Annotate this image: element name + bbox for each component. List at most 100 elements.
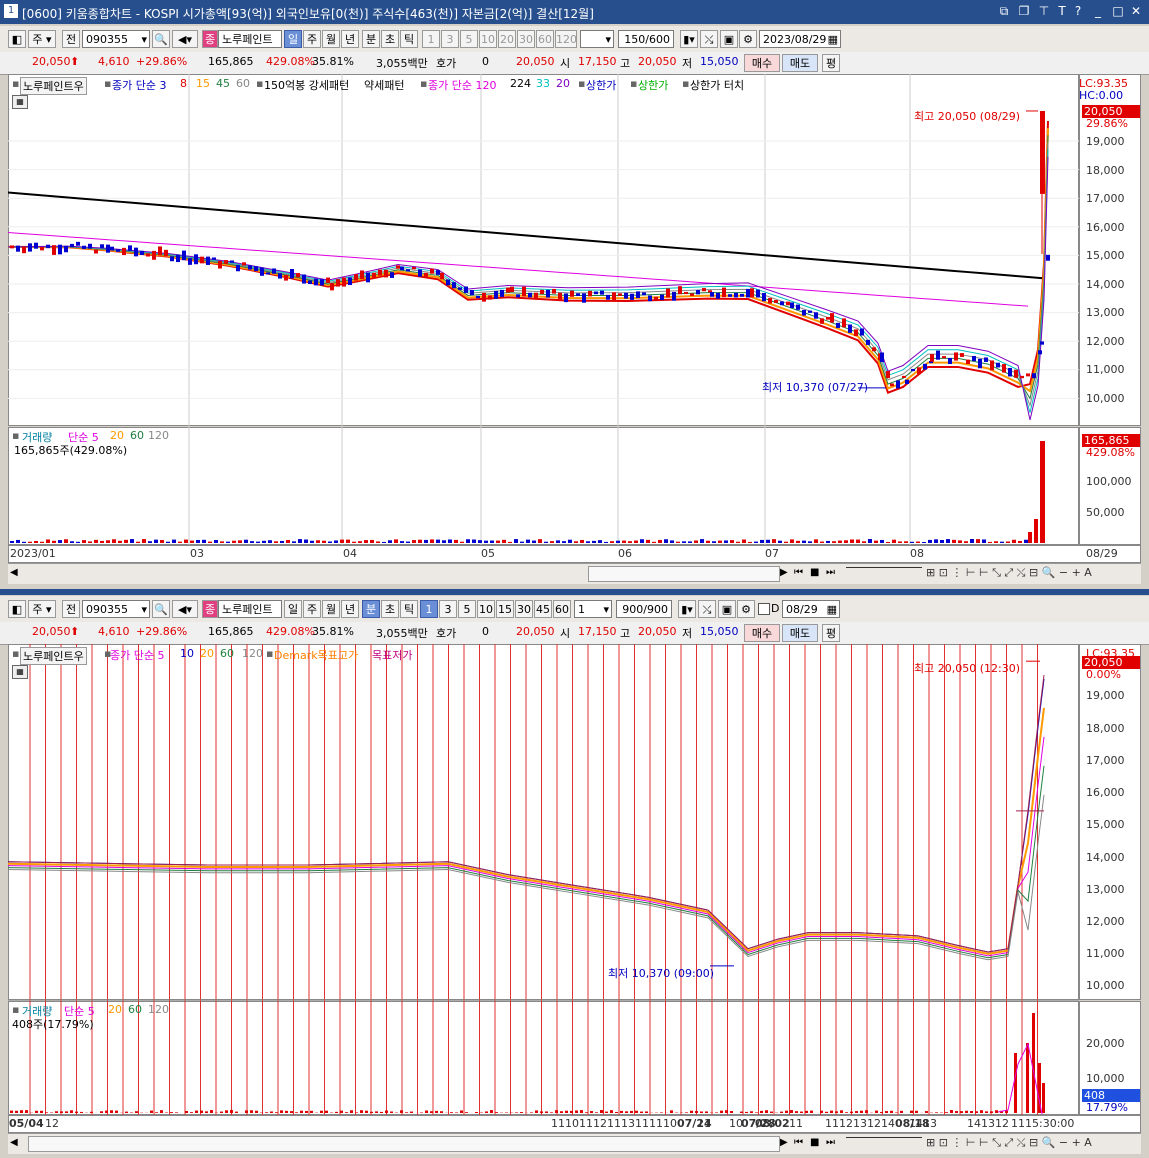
min-5[interactable]: 5 <box>460 30 478 48</box>
d-checkbox[interactable] <box>758 603 770 615</box>
zoom-slider[interactable] <box>846 1137 922 1138</box>
min-1[interactable]: 1 <box>420 600 438 618</box>
period-tick[interactable]: 틱 <box>400 600 418 618</box>
first-icon[interactable]: ⏮ <box>794 1137 803 1148</box>
compare-icon[interactable]: ⤯ <box>698 600 716 618</box>
code-input[interactable]: 090355 ▾ <box>82 30 150 48</box>
scroll-thumb[interactable] <box>588 566 780 582</box>
vol-legend-60: 60 <box>128 1003 142 1016</box>
close-icon[interactable]: ✕ <box>1128 4 1144 19</box>
restore-icon[interactable]: ❐ <box>1016 4 1032 19</box>
buy-button[interactable]: 매수 <box>744 54 780 72</box>
date-input[interactable]: 2023/08/29 ▦ <box>759 30 841 48</box>
gear-icon[interactable]: ⚙ <box>737 600 755 618</box>
period-minute[interactable]: 분 <box>362 30 380 48</box>
tool-icons[interactable]: ⊞ ⊡ ⋮ ⊢ ⊢ ⤡ ⤢ ⤯ ⊟ 🔍 − + A <box>926 566 1092 580</box>
buy-button[interactable]: 매수 <box>744 624 780 642</box>
font-icon[interactable]: T <box>1054 4 1070 19</box>
stop-icon[interactable]: ■ <box>810 1137 819 1148</box>
help-icon[interactable]: ? <box>1070 4 1086 19</box>
min-10[interactable]: 10 <box>479 30 497 48</box>
save-icon[interactable]: ▣ <box>720 30 738 48</box>
cur-price: 20,050 <box>516 625 555 638</box>
layout-icon[interactable]: ◧ <box>8 30 26 48</box>
avg-button[interactable]: 평 <box>822 624 840 642</box>
code-input[interactable]: 090355 ▾ <box>82 600 150 618</box>
bottom-scrollbar[interactable]: ◀ ▶ ⏮ ■ ⏭ ⊞ ⊡ ⋮ ⊢ ⊢ ⤡ ⤢ ⤯ ⊟ 🔍 − + A <box>8 1133 1141 1154</box>
min-5[interactable]: 5 <box>458 600 476 618</box>
count-input[interactable]: 150/600 <box>618 30 674 48</box>
search-icon[interactable]: 🔍 <box>152 30 170 48</box>
date-input[interactable]: 08/29 ▦ <box>782 600 840 618</box>
interval-select[interactable]: 1 ▾ <box>574 600 612 618</box>
sell-button[interactable]: 매도 <box>782 624 818 642</box>
scroll-thumb[interactable] <box>28 1136 780 1152</box>
last-icon[interactable]: ⏭ <box>826 1137 835 1148</box>
min-30[interactable]: 30 <box>517 30 535 48</box>
speaker-icon[interactable]: ◀▾ <box>172 30 198 48</box>
prev-button[interactable]: 전 <box>62 600 80 618</box>
min-1[interactable]: 1 <box>422 30 440 48</box>
count-input[interactable]: 900/900 <box>616 600 672 618</box>
period-month[interactable]: 월 <box>322 600 340 618</box>
min-120[interactable]: 120 <box>555 30 577 48</box>
period-year[interactable]: 년 <box>341 600 359 618</box>
period-day[interactable]: 일 <box>284 30 302 48</box>
min-20[interactable]: 20 <box>498 30 516 48</box>
min-15[interactable]: 15 <box>496 600 514 618</box>
period-tick[interactable]: 틱 <box>400 30 418 48</box>
scroll-left-icon[interactable]: ◀ <box>10 567 18 578</box>
candle-icon[interactable]: ▮▾ <box>680 30 698 48</box>
table-icon[interactable]: ▦ <box>12 95 28 109</box>
candle-icon[interactable]: ▮▾ <box>678 600 696 618</box>
period-second[interactable]: 초 <box>381 30 399 48</box>
min-45[interactable]: 45 <box>534 600 552 618</box>
compare-icon[interactable]: ⤯ <box>700 30 718 48</box>
min-3[interactable]: 3 <box>441 30 459 48</box>
type-select[interactable]: 주 ▾ <box>28 30 56 48</box>
first-icon[interactable]: ⏮ <box>794 567 803 578</box>
scroll-right-icon[interactable]: ▶ <box>780 1137 788 1148</box>
zoom-slider[interactable] <box>846 567 922 568</box>
tool-icons[interactable]: ⊞ ⊡ ⋮ ⊢ ⊢ ⤡ ⤢ ⤯ ⊟ 🔍 − + A <box>926 1136 1092 1150</box>
speaker-icon[interactable]: ◀▾ <box>172 600 198 618</box>
period-week[interactable]: 주 <box>303 30 321 48</box>
min-60[interactable]: 60 <box>536 30 554 48</box>
layout-icon[interactable]: ◧ <box>8 600 26 618</box>
candle <box>1038 350 1042 355</box>
minimize-icon[interactable]: _ <box>1090 4 1106 19</box>
period-second[interactable]: 초 <box>381 600 399 618</box>
period-week[interactable]: 주 <box>303 600 321 618</box>
prev-button[interactable]: 전 <box>62 30 80 48</box>
legend-stock-name[interactable]: 노루페인트우 <box>20 647 87 665</box>
gear-icon[interactable]: ⚙ <box>739 30 757 48</box>
sell-button[interactable]: 매도 <box>782 54 818 72</box>
legend-stock-name[interactable]: 노루페인트우 <box>20 77 87 95</box>
candle <box>218 260 222 269</box>
link-icon[interactable]: ⧉ <box>996 4 1012 19</box>
period-year[interactable]: 년 <box>341 30 359 48</box>
interval-select[interactable]: ▾ <box>580 30 614 48</box>
min-30[interactable]: 30 <box>515 600 533 618</box>
pin-icon[interactable]: ⊤ <box>1036 4 1052 19</box>
avg-button[interactable]: 평 <box>822 54 840 72</box>
scroll-right-icon[interactable]: ▶ <box>780 567 788 578</box>
maximize-icon[interactable]: □ <box>1110 4 1126 19</box>
save-icon[interactable]: ▣ <box>718 600 736 618</box>
top-scrollbar[interactable]: ◀ ▶ ⏮ ■ ⏭ ⊞ ⊡ ⋮ ⊢ ⊢ ⤡ ⤢ ⤯ ⊟ 🔍 − + A <box>8 563 1141 584</box>
scroll-left-icon[interactable]: ◀ <box>10 1137 18 1148</box>
period-month[interactable]: 월 <box>322 30 340 48</box>
splitter[interactable] <box>0 589 1149 595</box>
period-minute[interactable]: 분 <box>362 600 380 618</box>
stop-icon[interactable]: ■ <box>810 567 819 578</box>
volume-bar <box>700 1111 703 1113</box>
table-icon[interactable]: ▦ <box>12 665 28 679</box>
search-icon[interactable]: 🔍 <box>152 600 170 618</box>
type-select[interactable]: 주 ▾ <box>28 600 56 618</box>
min-10[interactable]: 10 <box>477 600 495 618</box>
min-60[interactable]: 60 <box>553 600 571 618</box>
volume-bar <box>860 1110 863 1113</box>
period-day[interactable]: 일 <box>284 600 302 618</box>
min-3[interactable]: 3 <box>439 600 457 618</box>
last-icon[interactable]: ⏭ <box>826 567 835 578</box>
